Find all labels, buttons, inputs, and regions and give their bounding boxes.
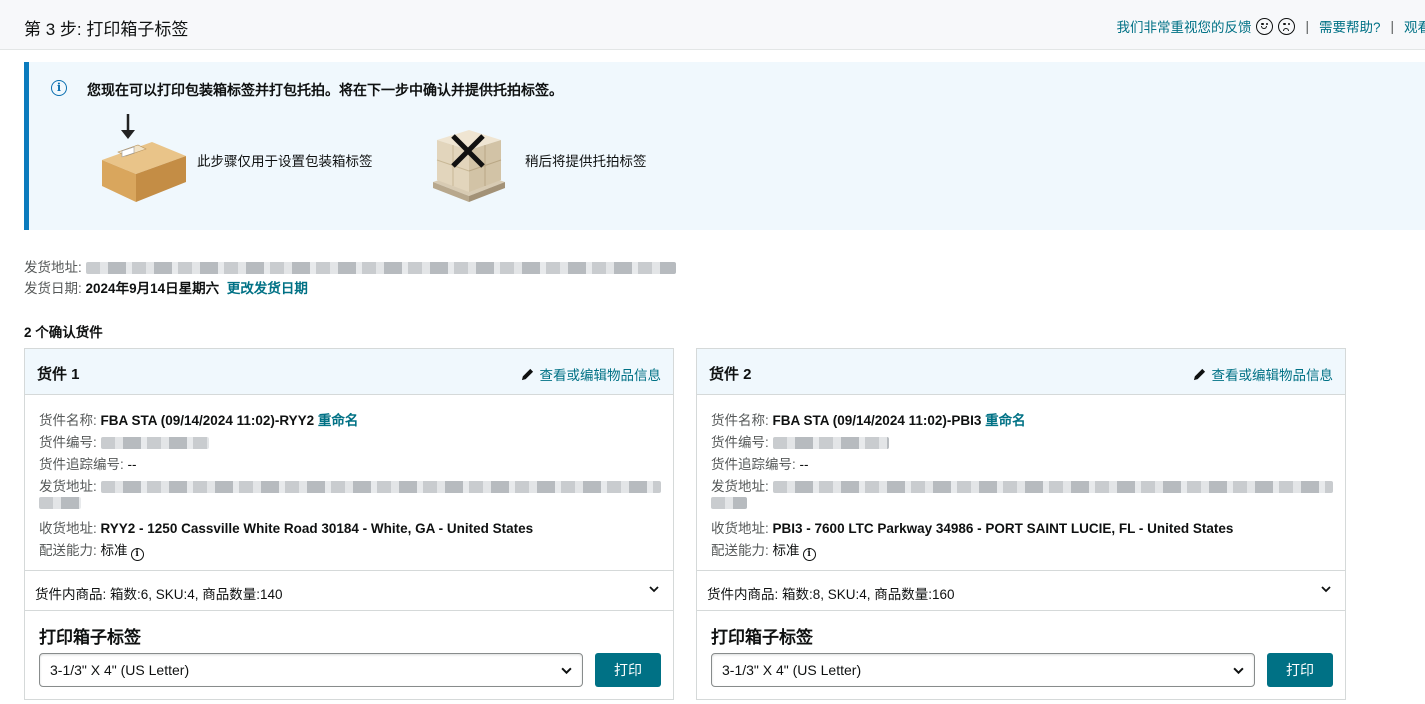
shipment-details: 货件名称: FBA STA (09/14/2024 11:02)-RYY2 重命… [25,395,673,571]
from-label: 发货地址: [39,479,97,494]
info-message: 您现在可以打印包装箱标签并打包托拍。将在下一步中确认并提供托拍标签。 [87,82,563,98]
label-size-value: 3-1/3" X 4" (US Letter) [722,662,862,678]
redacted-from-address-2 [39,497,81,510]
tracking-label: 货件追踪编号: [711,457,796,472]
tracking-label: 货件追踪编号: [39,457,124,472]
from-label: 发货地址: [711,479,769,494]
card-header: 货件 2 查看或编辑物品信息 [697,349,1345,395]
tracking-value: -- [127,457,137,472]
to-address: PBI3 - 7600 LTC Parkway 34986 - PORT SAI… [772,521,1234,536]
label-size-value: 3-1/3" X 4" (US Letter) [50,662,190,678]
tracking-value: -- [799,457,809,472]
ship-date-label: 发货日期: [24,281,82,296]
id-label: 货件编号: [39,435,97,450]
confirmed-count: 2 个确认货件 [24,325,103,340]
redacted-from-address [772,481,1333,494]
shipment-title: 货件 2 [709,366,752,383]
redacted-id [100,437,209,450]
chevron-down-icon [1321,586,1331,593]
print-labels-title: 打印箱子标签 [39,628,141,647]
label-size-select[interactable]: 3-1/3" X 4" (US Letter) [711,653,1255,687]
to-label: 收货地址: [711,521,769,536]
info-icon[interactable]: i [130,548,144,561]
card-header: 货件 1 查看或编辑物品信息 [25,349,673,395]
shipment-title: 货件 1 [37,366,80,383]
watch-link[interactable]: 观看 [1404,16,1425,36]
edit-items-label: 查看或编辑物品信息 [539,368,662,383]
contents-toggle[interactable]: 货件内商品: 箱数:8, SKU:4, 商品数量:160 [697,571,1345,611]
name-label: 货件名称: [711,413,769,428]
chevron-down-icon [1233,667,1244,675]
box-label: 此步骤仅用于设置包装箱标签 [197,154,373,169]
print-button[interactable]: 打印 [1267,653,1333,687]
shipment-name: FBA STA (09/14/2024 11:02)-PBI3 [772,413,982,428]
smile-icon[interactable] [1256,17,1274,35]
info-banner: i 您现在可以打印包装箱标签并打包托拍。将在下一步中确认并提供托拍标签。 此步骤… [24,62,1425,230]
id-label: 货件编号: [711,435,769,450]
page-header: 第 3 步: 打印箱子标签 我们非常重视您的反馈 | 需要帮助? | 观看 [0,0,1425,50]
info-icon[interactable]: i [802,548,816,561]
redacted-address [85,262,676,275]
divider: | [1390,18,1394,34]
label-size-select[interactable]: 3-1/3" X 4" (US Letter) [39,653,583,687]
print-button[interactable]: 打印 [595,653,661,687]
ship-from-label: 发货地址: [24,260,82,275]
rename-link[interactable]: 重命名 [985,413,1026,428]
help-link[interactable]: 需要帮助? [1319,16,1381,36]
box-icon [102,114,186,202]
ship-date-value: 2024年9月14日星期六 [85,281,220,296]
change-date-link[interactable]: 更改发货日期 [227,281,308,296]
capability-label: 配送能力: [39,543,97,558]
feedback-link[interactable]: 我们非常重视您的反馈 [1116,16,1251,36]
chevron-down-icon [561,667,572,675]
capability-value: 标准 [100,543,128,558]
name-label: 货件名称: [39,413,97,428]
info-icon: i [51,80,67,96]
ship-from-row: 发货地址: [24,256,676,276]
capability-label: 配送能力: [711,543,769,558]
edit-items-link[interactable]: 查看或编辑物品信息 [521,364,662,384]
pallet-label: 稍后将提供托拍标签 [525,154,647,169]
contents-summary: 货件内商品: 箱数:6, SKU:4, 商品数量:140 [35,587,283,602]
pencil-icon [521,368,533,381]
pallet-icon [433,130,505,202]
redacted-from-address [100,481,661,494]
redacted-from-address-2 [711,497,747,510]
pencil-icon [1193,368,1205,381]
frown-icon[interactable] [1278,17,1296,35]
divider: | [1305,18,1309,34]
shipment-details: 货件名称: FBA STA (09/14/2024 11:02)-PBI3 重命… [697,395,1345,571]
to-label: 收货地址: [39,521,97,536]
to-address: RYY2 - 1250 Cassville White Road 30184 -… [100,521,534,536]
rename-link[interactable]: 重命名 [318,413,359,428]
shipment-name: FBA STA (09/14/2024 11:02)-RYY2 [100,413,315,428]
capability-value: 标准 [772,543,800,558]
header-links: 我们非常重视您的反馈 | 需要帮助? | 观看 [1116,16,1425,36]
contents-toggle[interactable]: 货件内商品: 箱数:6, SKU:4, 商品数量:140 [25,571,673,611]
ship-date-row: 发货日期: 2024年9月14日星期六 更改发货日期 [24,277,308,297]
print-labels-title: 打印箱子标签 [711,628,813,647]
chevron-down-icon [649,586,659,593]
contents-summary: 货件内商品: 箱数:8, SKU:4, 商品数量:160 [707,587,955,602]
step-title: 第 3 步: 打印箱子标签 [24,20,189,39]
shipment-card: 货件 1 查看或编辑物品信息 货件名称: FBA STA (09/14/2024… [24,348,674,700]
shipment-card: 货件 2 查看或编辑物品信息 货件名称: FBA STA (09/14/2024… [696,348,1346,700]
edit-items-link[interactable]: 查看或编辑物品信息 [1193,364,1334,384]
redacted-id [772,437,889,450]
edit-items-label: 查看或编辑物品信息 [1211,368,1334,383]
